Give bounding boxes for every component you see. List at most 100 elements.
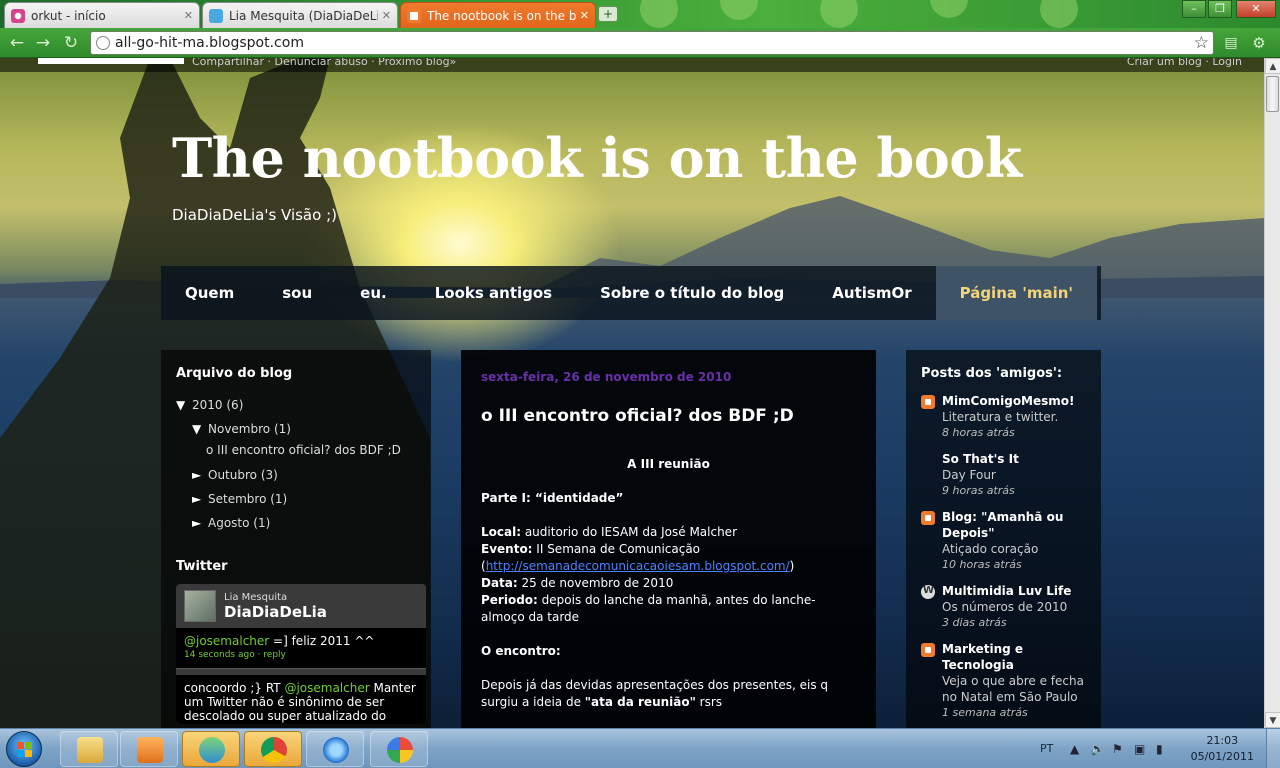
- chrome-taskbar-button[interactable]: [244, 731, 302, 767]
- archive-count: (6): [226, 398, 244, 412]
- expanded-triangle-icon[interactable]: ▼: [192, 417, 208, 441]
- page-menu-icon[interactable]: ▤: [1220, 33, 1242, 53]
- post-local-line: Local: auditorio do IESAM da José Malche…: [481, 524, 856, 541]
- post-title[interactable]: o III encontro oficial? dos BDF ;D: [481, 406, 856, 426]
- feed-title[interactable]: Multimidia Luv Life: [942, 583, 1071, 599]
- feed-title[interactable]: Marketing e Tecnologia: [942, 641, 1086, 673]
- explorer-taskbar-button[interactable]: [60, 731, 118, 767]
- page-tab-looks-antigos[interactable]: Looks antigos: [411, 266, 576, 320]
- minimize-button[interactable]: –: [1182, 0, 1206, 18]
- feed-post[interactable]: Os números de 2010: [942, 599, 1071, 615]
- avatar[interactable]: [184, 590, 216, 622]
- blogger-icon: [921, 643, 935, 657]
- navbar-login-links[interactable]: Criar um blog · Login: [1127, 58, 1242, 68]
- blogger-logo[interactable]: [38, 58, 184, 64]
- archive-post-link[interactable]: o III encontro oficial? dos BDF ;D: [176, 441, 416, 459]
- close-tab-icon[interactable]: ✕: [184, 9, 193, 22]
- device-icon[interactable]: ▣: [1134, 742, 1145, 756]
- archive-month-label[interactable]: Agosto: [208, 516, 249, 530]
- post-section-title: O encontro:: [481, 644, 561, 658]
- page-tab-autismor[interactable]: AutismOr: [808, 266, 935, 320]
- clock[interactable]: 21:03 05/01/2011: [1191, 733, 1254, 765]
- close-tab-icon[interactable]: ✕: [382, 9, 391, 22]
- archive-month-label[interactable]: Novembro: [208, 422, 270, 436]
- archive-month-august[interactable]: ► Agosto (1): [176, 511, 416, 535]
- archive-month-september[interactable]: ► Setembro (1): [176, 487, 416, 511]
- twitter-handle[interactable]: DiaDiaDeLia: [224, 603, 327, 621]
- feed-title[interactable]: So That's It: [942, 451, 1019, 467]
- navbar-links[interactable]: Compartilhar · Denunciar abuso · Próximo…: [192, 58, 456, 68]
- close-tab-icon[interactable]: ✕: [580, 9, 589, 22]
- field-value: II Semana de Comunicação: [532, 542, 701, 556]
- archive-count: (1): [273, 422, 291, 436]
- show-desktop-button[interactable]: [1266, 729, 1280, 768]
- page-tab-sou[interactable]: sou: [258, 266, 336, 320]
- start-button[interactable]: [6, 731, 42, 767]
- maximize-button[interactable]: ❐: [1208, 0, 1232, 18]
- collapsed-triangle-icon[interactable]: ►: [192, 487, 208, 511]
- volume-icon[interactable]: 🔈: [1090, 742, 1105, 756]
- twitter-profile[interactable]: Lia Mesquita DiaDiaDeLia: [184, 590, 418, 622]
- messenger-taskbar-button[interactable]: [182, 731, 240, 767]
- blog-title[interactable]: The nootbook is on the book: [172, 126, 1022, 190]
- feed-time: 10 horas atrás: [942, 558, 1022, 571]
- new-tab-button[interactable]: +: [598, 6, 618, 22]
- tab-orkut[interactable]: orkut - início ✕: [4, 2, 200, 28]
- language-indicator[interactable]: PT: [1040, 742, 1053, 755]
- page-tab-quem[interactable]: Quem: [161, 266, 258, 320]
- feed-post[interactable]: Atiçado coração: [942, 541, 1086, 557]
- action-center-icon[interactable]: ⚑: [1112, 742, 1123, 756]
- archive-month-label[interactable]: Outubro: [208, 468, 257, 482]
- back-icon[interactable]: ←: [6, 33, 28, 53]
- tweet-mention[interactable]: @josemalcher: [284, 681, 369, 695]
- blog-description: DiaDiaDeLia's Visão ;): [172, 206, 337, 224]
- archive-year-label[interactable]: 2010: [192, 398, 223, 412]
- tab-label: orkut - início: [31, 8, 106, 23]
- field-value: auditorio do IESAM da José Malcher: [521, 525, 737, 539]
- address-bar[interactable]: all-go-hit-ma.blogspot.com ☆: [90, 31, 1214, 55]
- feed-post[interactable]: Literatura e twitter.: [942, 409, 1075, 425]
- wrench-icon[interactable]: ⚙: [1248, 33, 1270, 53]
- expanded-triangle-icon[interactable]: ▼: [176, 393, 192, 417]
- post-paragraph: Depois já das devidas apresentações dos …: [481, 677, 856, 711]
- collapsed-triangle-icon[interactable]: ►: [192, 511, 208, 535]
- tab-blog[interactable]: The nootbook is on the b… ✕: [400, 2, 596, 28]
- vertical-scrollbar[interactable]: ▲ ▼: [1264, 58, 1280, 728]
- scroll-up-icon[interactable]: ▲: [1265, 58, 1280, 74]
- page-tab-sobre[interactable]: Sobre o título do blog: [576, 266, 808, 320]
- show-hidden-icons-icon[interactable]: ▲: [1070, 742, 1079, 756]
- archive-title: Arquivo do blog: [176, 366, 293, 381]
- network-icon[interactable]: ▮: [1156, 742, 1163, 756]
- archive-month-november[interactable]: ▼ Novembro (1): [176, 417, 416, 441]
- tweet-mention[interactable]: @josemalcher: [184, 634, 269, 648]
- feed-title[interactable]: Blog: "Amanhã ou Depois": [942, 509, 1086, 541]
- post-part-title: Parte I: “identidade”: [481, 491, 624, 505]
- post-link[interactable]: http://semanadecomunicacaoiesam.blogspot…: [486, 559, 790, 573]
- globe-icon: [96, 36, 110, 50]
- ie-taskbar-button[interactable]: [306, 731, 364, 767]
- page-tab-main[interactable]: Página 'main': [935, 266, 1097, 320]
- feed-title[interactable]: MimComigoMesmo!: [942, 393, 1075, 409]
- forward-icon[interactable]: →: [32, 33, 54, 53]
- archive-month-label[interactable]: Setembro: [208, 492, 266, 506]
- tweet-meta[interactable]: 14 seconds ago · reply: [184, 648, 418, 662]
- feed-post[interactable]: Day Four: [942, 467, 1019, 483]
- picasa-taskbar-button[interactable]: [370, 731, 428, 767]
- tweet: @josemalcher =] feliz 2011 ^^ 14 seconds…: [176, 628, 426, 669]
- close-window-button[interactable]: ✕: [1236, 0, 1276, 18]
- archive-month-october[interactable]: ► Outubro (3): [176, 463, 416, 487]
- post-heading: A III reunião: [627, 457, 710, 471]
- bookmark-star-icon[interactable]: ☆: [1194, 33, 1209, 53]
- tweet-text: concoordo ;} RT: [184, 681, 285, 695]
- media-player-taskbar-button[interactable]: [120, 731, 178, 767]
- theme-decoration: [640, 0, 678, 28]
- archive-year-2010[interactable]: ▼ 2010 (6): [176, 393, 416, 417]
- tab-twitter[interactable]: Lia Mesquita (DiaDiaDeLi… ✕: [202, 2, 398, 28]
- page-tab-eu[interactable]: eu.: [336, 266, 411, 320]
- collapsed-triangle-icon[interactable]: ►: [192, 463, 208, 487]
- feed-post[interactable]: Veja o que abre e fecha no Natal em São …: [942, 673, 1086, 705]
- scroll-down-icon[interactable]: ▼: [1265, 712, 1280, 728]
- scrollbar-thumb[interactable]: [1266, 76, 1279, 112]
- reload-icon[interactable]: ↻: [60, 33, 82, 53]
- post-link-line: (http://semanadecomunicacaoiesam.blogspo…: [481, 559, 795, 573]
